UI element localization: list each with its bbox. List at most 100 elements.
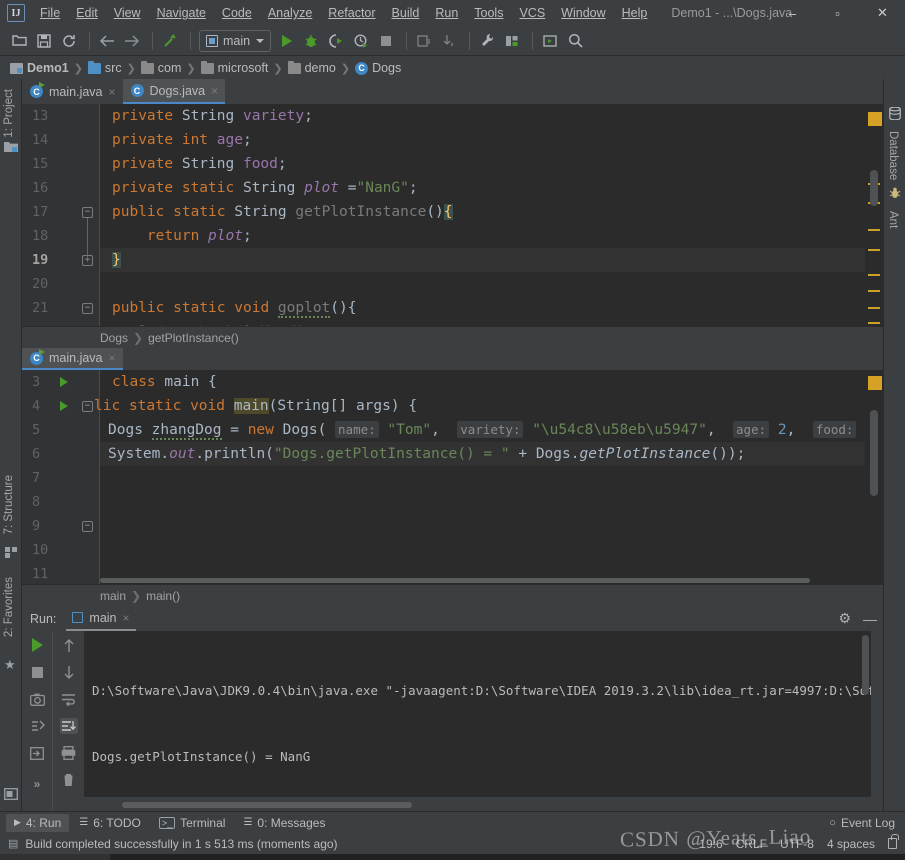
scroll-to-end-icon[interactable] [60,718,78,734]
commit-icon[interactable] [438,30,460,52]
sidebar-item-ant[interactable]: Ant [884,205,902,234]
close-button[interactable]: ✕ [860,0,905,26]
run-tab-main[interactable]: main × [66,606,135,631]
breadcrumb-method-getplotinstance[interactable]: getPlotInstance() [148,331,239,345]
menu-tools[interactable]: Tools [466,3,511,23]
search-everywhere-icon[interactable] [564,30,586,52]
export-icon[interactable] [28,745,46,761]
more-actions-icon[interactable]: » [28,776,46,792]
menu-run[interactable]: Run [427,3,466,23]
menu-build[interactable]: Build [384,3,428,23]
tab-close-icon-3[interactable]: × [109,351,116,365]
status-message[interactable]: Build completed successfully in 1 s 513 … [25,837,337,851]
file-encoding[interactable]: UTF-8 [780,837,814,851]
tab-dogs-java[interactable]: C Dogs.java × [123,79,226,104]
tab-main-java-split[interactable]: C main.java × [22,348,123,370]
indent-setting[interactable]: 4 spaces [827,837,875,851]
menu-code[interactable]: Code [214,3,260,23]
scrollbar-thumb-2[interactable] [870,410,878,496]
warning-marker[interactable] [868,112,882,126]
sidebar-item-project[interactable]: 1: Project [0,83,18,144]
rerun-failed-icon[interactable] [28,718,46,734]
change-marker[interactable] [868,274,880,276]
event-log-button[interactable]: ○ Event Log [829,816,895,830]
clear-all-icon[interactable] [60,772,78,788]
fold-collapse-icon[interactable]: − [82,207,93,218]
run-button[interactable] [275,30,297,52]
line-separator[interactable]: CRLF [736,837,767,851]
tab-close-icon[interactable]: × [109,85,116,99]
breadcrumb-class-dogs[interactable]: Dogs [100,331,128,345]
editor-scrollbar-bottom[interactable] [865,370,883,584]
lock-icon[interactable] [888,838,897,849]
console-hscrollbar-thumb[interactable] [122,802,412,808]
print-icon[interactable] [60,745,78,761]
code-content-bottom[interactable]: class main { lic static void main(String… [100,370,865,584]
menu-view[interactable]: View [106,3,149,23]
warning-marker-2[interactable] [868,376,882,390]
sync-icon[interactable] [58,30,80,52]
menu-analyze[interactable]: Analyze [260,3,320,23]
sidebar-item-structure[interactable]: 7: Structure [0,469,18,540]
bottom-tab-messages[interactable]: ☰ 0: Messages [235,814,333,832]
fold-collapse-icon-5[interactable]: − [82,521,93,532]
run-with-coverage-button[interactable] [325,30,347,52]
scroll-down-icon[interactable] [60,664,78,680]
fold-collapse-icon-3[interactable]: − [82,303,93,314]
change-marker[interactable] [868,249,880,251]
menu-vcs[interactable]: VCS [511,3,553,23]
forward-icon[interactable] [121,30,143,52]
code-editor-main-java[interactable]: 3 4 5 6 7 8 9 10 11 − − class main { lic… [22,370,883,584]
editor-gutter-top[interactable]: 13 14 15 16 17 18 19 20 21 − − − [22,104,100,326]
menu-edit[interactable]: Edit [68,3,106,23]
preview-icon[interactable] [539,30,561,52]
soft-wrap-icon[interactable] [60,691,78,707]
rerun-button[interactable] [28,637,46,653]
minimize-button[interactable]: – [770,0,815,26]
breadcrumb-com[interactable]: com [141,61,182,75]
caret-position[interactable]: 19:6 [699,837,722,851]
menu-refactor[interactable]: Refactor [320,3,383,23]
bottom-tab-todo[interactable]: ☰ 6: TODO [71,814,149,832]
menu-file[interactable]: File [32,3,68,23]
tab-close-icon-2[interactable]: × [211,84,218,98]
sidebar-item-database[interactable]: Database [884,125,902,186]
gear-icon[interactable]: ⚙ [838,610,851,627]
breadcrumb-demo1[interactable]: Demo1 [10,61,69,75]
fold-collapse-icon-2[interactable]: − [82,255,93,266]
breadcrumb-microsoft[interactable]: microsoft [201,61,269,75]
run-class-gutter-icon[interactable] [60,377,68,387]
breadcrumb-src[interactable]: src [88,61,122,75]
profile-button[interactable] [350,30,372,52]
build-hammer-icon[interactable] [159,30,181,52]
back-icon[interactable] [96,30,118,52]
editor-hscrollbar[interactable] [100,577,865,584]
scroll-up-icon[interactable] [60,637,78,653]
console-hscrollbar[interactable] [84,801,871,809]
maximize-button[interactable]: ▫ [815,0,860,26]
breadcrumb-class-main[interactable]: main [100,589,126,603]
breadcrumb-demo[interactable]: demo [288,61,336,75]
run-tab-close-icon[interactable]: × [123,611,130,625]
code-content-top[interactable]: private String variety; private int age;… [100,104,865,326]
run-console-output[interactable]: D:\Software\Java\JDK9.0.4\bin\java.exe "… [84,631,871,797]
breadcrumb-method-main[interactable]: main() [146,589,180,603]
project-structure-icon[interactable] [501,30,523,52]
open-folder-icon[interactable] [8,30,30,52]
bottom-tab-run[interactable]: ▶ 4: Run [6,814,69,832]
hscrollbar-thumb[interactable] [100,578,810,583]
menu-help[interactable]: Help [614,3,656,23]
breadcrumb-dogs[interactable]: C Dogs [355,61,401,75]
update-project-icon[interactable] [413,30,435,52]
change-marker[interactable] [868,290,880,292]
bottom-tab-terminal[interactable]: >_ Terminal [151,814,234,832]
stop-button-run[interactable] [28,664,46,680]
minimize-icon[interactable]: — [863,611,877,627]
hide-window-icon[interactable] [4,788,18,803]
console-scrollbar-thumb[interactable] [862,635,869,695]
save-all-icon[interactable] [33,30,55,52]
tab-main-java[interactable]: C main.java × [22,79,123,104]
run-configuration-selector[interactable]: main [199,30,271,52]
change-marker[interactable] [868,322,880,324]
code-editor-dogs-java[interactable]: 13 14 15 16 17 18 19 20 21 − − − private… [22,104,883,326]
